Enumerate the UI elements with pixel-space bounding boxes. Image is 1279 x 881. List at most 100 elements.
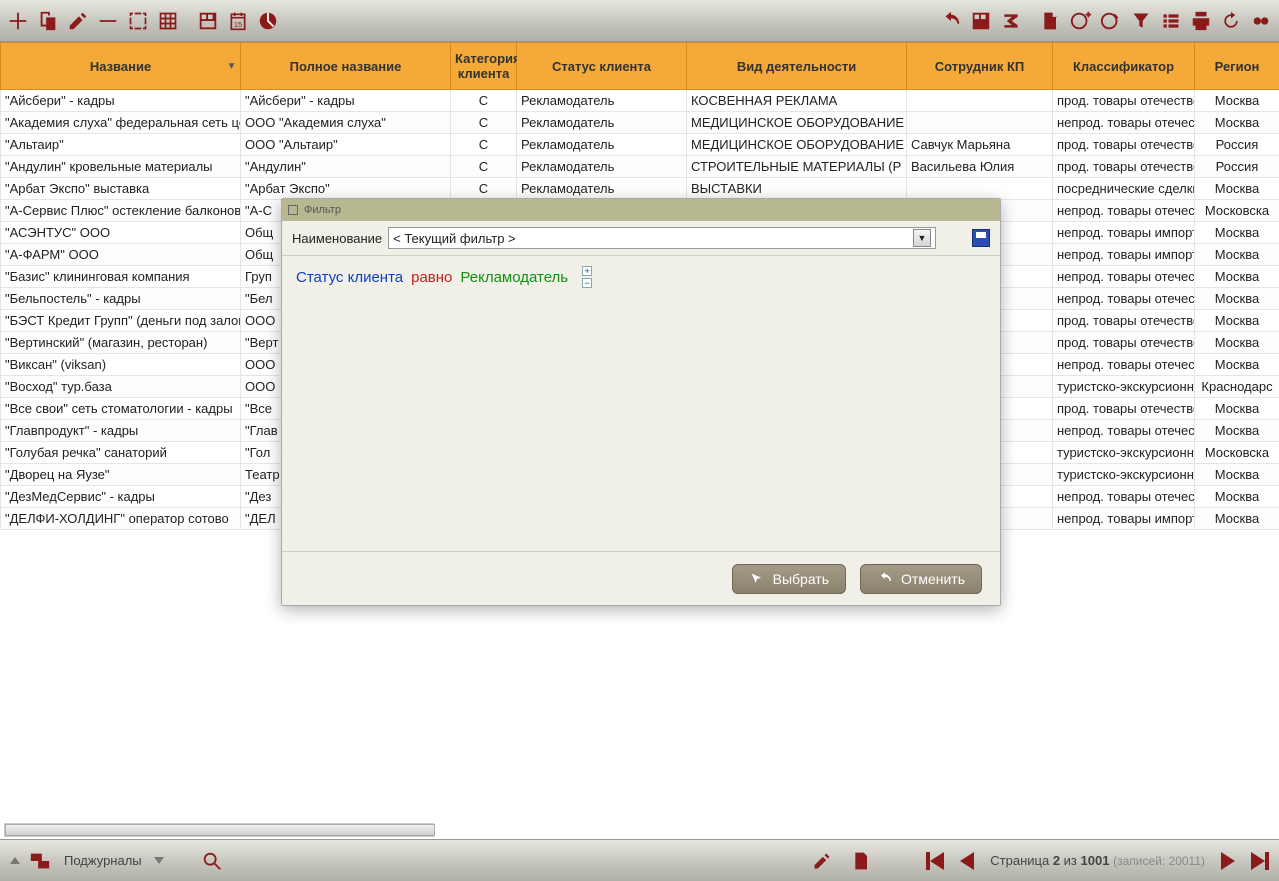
- expand-up-icon[interactable]: [10, 857, 20, 864]
- first-page-icon[interactable]: [926, 852, 944, 870]
- cell-fullname: ООО "Академия слуха": [241, 112, 451, 134]
- cell-classifier: непрод. товары отечест: [1053, 486, 1195, 508]
- cell-name: "Айсбери" - кадры: [1, 90, 241, 112]
- refresh-icon[interactable]: [1217, 7, 1245, 35]
- cell-region: Москва: [1195, 222, 1279, 244]
- dialog-titlebar[interactable]: Фильтр: [282, 199, 1000, 221]
- layout2-icon[interactable]: [967, 7, 995, 35]
- filter-field: Статус клиента: [296, 269, 403, 286]
- cell-classifier: непрод. товары импорт: [1053, 244, 1195, 266]
- cell-region: Москва: [1195, 178, 1279, 200]
- column-header-activity[interactable]: Вид деятельности: [687, 43, 907, 90]
- filter-condition[interactable]: Статус клиента равно Рекламодатель + −: [296, 266, 986, 288]
- sum-icon[interactable]: [997, 7, 1025, 35]
- cell-classifier: туристско-экскурсионн: [1053, 376, 1195, 398]
- cell-cat: С: [451, 90, 517, 112]
- cell-status: Рекламодатель: [517, 156, 687, 178]
- cell-classifier: прод. товары отечестве: [1053, 156, 1195, 178]
- cell-region: Краснодарс: [1195, 376, 1279, 398]
- delete-icon[interactable]: [94, 7, 122, 35]
- cell-classifier: прод. товары отечестве: [1053, 134, 1195, 156]
- cell-region: Москва: [1195, 288, 1279, 310]
- add-condition-icon[interactable]: +: [582, 266, 592, 276]
- doc-icon[interactable]: [850, 849, 874, 873]
- cell-name: "А-ФАРМ" ООО: [1, 244, 241, 266]
- filter-name-combo[interactable]: < Текущий фильтр > ▼: [388, 227, 936, 249]
- edit2-icon[interactable]: [810, 849, 834, 873]
- svg-text:15: 15: [234, 19, 242, 28]
- cell-classifier: туристско-экскурсионн: [1053, 464, 1195, 486]
- column-header-status[interactable]: Статус клиента: [517, 43, 687, 90]
- cell-region: Москва: [1195, 398, 1279, 420]
- column-header-cat[interactable]: Категория клиента: [451, 43, 517, 90]
- cell-name: "Виксан" (viksan): [1, 354, 241, 376]
- cell-activity: КОСВЕННАЯ РЕКЛАМА: [687, 90, 907, 112]
- remove-condition-icon[interactable]: −: [582, 278, 592, 288]
- cell-status: Рекламодатель: [517, 112, 687, 134]
- edit-icon[interactable]: [64, 7, 92, 35]
- cell-employee: Савчук Марьяна: [907, 134, 1053, 156]
- column-header-classifier[interactable]: Классификатор: [1053, 43, 1195, 90]
- print-icon[interactable]: [1187, 7, 1215, 35]
- prev-page-icon[interactable]: [960, 852, 974, 870]
- cell-classifier: непрод. товары импорт: [1053, 508, 1195, 530]
- column-header-employee[interactable]: Сотрудник КП: [907, 43, 1053, 90]
- cell-fullname: "Арбат Экспо": [241, 178, 451, 200]
- cell-activity: МЕДИЦИНСКОЕ ОБОРУДОВАНИЕ: [687, 134, 907, 156]
- view-icon[interactable]: [1247, 7, 1275, 35]
- table-row[interactable]: "Альтаир"ООО "Альтаир"СРекламодательМЕДИ…: [1, 134, 1279, 156]
- cell-name: "Вертинский" (магазин, ресторан): [1, 332, 241, 354]
- expand-down-icon[interactable]: [154, 857, 164, 864]
- horizontal-scrollbar[interactable]: [4, 823, 434, 837]
- last-page-icon[interactable]: [1251, 852, 1269, 870]
- undo-icon[interactable]: [937, 7, 965, 35]
- cell-status: Рекламодатель: [517, 178, 687, 200]
- cell-name: "АСЭНТУС" ООО: [1, 222, 241, 244]
- cell-classifier: прод. товары отечестве: [1053, 398, 1195, 420]
- column-header-fullname[interactable]: Полное название: [241, 43, 451, 90]
- funnel-icon[interactable]: [1127, 7, 1155, 35]
- calendar-icon[interactable]: 15: [224, 7, 252, 35]
- export-icon[interactable]: [1037, 7, 1065, 35]
- cell-name: "БЭСТ Кредит Групп" (деньги под залог: [1, 310, 241, 332]
- cell-classifier: прод. товары отечестве: [1053, 332, 1195, 354]
- column-header-name[interactable]: Название▾: [1, 43, 241, 90]
- add-icon[interactable]: [4, 7, 32, 35]
- column-header-region[interactable]: Регион: [1195, 43, 1279, 90]
- select-button[interactable]: Выбрать: [732, 564, 846, 594]
- cell-region: Москва: [1195, 464, 1279, 486]
- filter-value: Рекламодатель: [460, 269, 568, 286]
- cell-name: "ДЕЛФИ-ХОЛДИНГ" оператор сотово: [1, 508, 241, 530]
- table-row[interactable]: "Арбат Экспо" выставка"Арбат Экспо"СРекл…: [1, 178, 1279, 200]
- bottom-bar: Поджурналы Страница 2 из 1001 (записей: …: [0, 839, 1279, 881]
- cell-name: "Голубая речка" санаторий: [1, 442, 241, 464]
- cell-cat: С: [451, 112, 517, 134]
- cell-name: "Восход" тур.база: [1, 376, 241, 398]
- save-icon[interactable]: [972, 229, 990, 247]
- cell-name: "Все свои" сеть стоматологии - кадры: [1, 398, 241, 420]
- cell-fullname: "Айсбери" - кадры: [241, 90, 451, 112]
- next-page-icon[interactable]: [1221, 852, 1235, 870]
- table-row[interactable]: "Академия слуха" федеральная сеть центОО…: [1, 112, 1279, 134]
- layout-icon[interactable]: [194, 7, 222, 35]
- table-row[interactable]: "Айсбери" - кадры"Айсбери" - кадрыСРекла…: [1, 90, 1279, 112]
- cell-classifier: прод. товары отечестве: [1053, 90, 1195, 112]
- cell-region: Московска: [1195, 200, 1279, 222]
- search-icon[interactable]: [200, 849, 224, 873]
- cell-name: "Главпродукт" - кадры: [1, 420, 241, 442]
- cell-region: Москва: [1195, 332, 1279, 354]
- dialog-title-text: Фильтр: [304, 204, 341, 216]
- select-cells-icon[interactable]: [124, 7, 152, 35]
- grid-icon[interactable]: [154, 7, 182, 35]
- cancel-button[interactable]: Отменить: [860, 564, 982, 594]
- chevron-down-icon[interactable]: ▼: [913, 229, 931, 247]
- cell-employee: [907, 90, 1053, 112]
- table-row[interactable]: "Андулин" кровельные материалы"Андулин"С…: [1, 156, 1279, 178]
- chart-icon[interactable]: [254, 7, 282, 35]
- list-icon[interactable]: [1157, 7, 1185, 35]
- globe-plus-icon[interactable]: [1067, 7, 1095, 35]
- cell-fullname: "Андулин": [241, 156, 451, 178]
- subjournal-icon[interactable]: [28, 849, 52, 873]
- globe-edit-icon[interactable]: [1097, 7, 1125, 35]
- copy-icon[interactable]: [34, 7, 62, 35]
